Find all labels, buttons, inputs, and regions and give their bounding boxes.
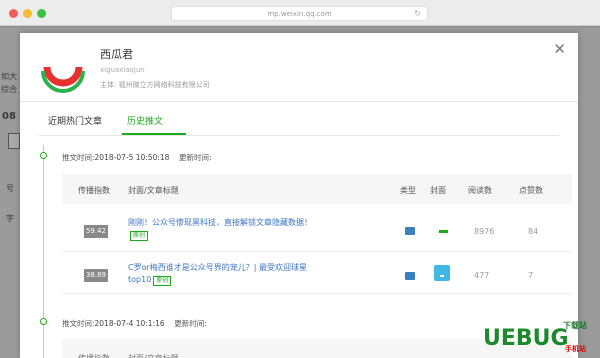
account-name: 西瓜君 [100, 48, 133, 61]
column-header-title: 封面/文章标题 [128, 186, 179, 195]
cover-mark [440, 275, 444, 277]
background-box [8, 133, 20, 149]
timeline-dot [40, 152, 47, 159]
column-header-reads: 阅读数 [468, 186, 492, 195]
original-badge: 原创 [130, 231, 149, 241]
table-row: 59.42 刚刚！公众号惨现黑科技，直接解锁文章隐藏数据！ 原创 8976 84 [62, 212, 572, 252]
account-logo [39, 49, 86, 96]
article-title-link[interactable]: C罗or梅西谁才是公众号界的宠儿？| 最受欢迎球星top10 原创 [128, 262, 318, 286]
watermelon-logo-icon [41, 66, 85, 93]
image-type-icon [405, 227, 415, 235]
table-header: 传播指数 封面/文章标题 类型 封面 阅读数 点赞数 [62, 174, 572, 204]
push-time-value: 2018-07-4 10:1:16 [94, 319, 165, 328]
watermark-top: 下载站 [563, 321, 587, 330]
maximize-window-icon[interactable] [37, 9, 46, 18]
watermark-sub: 手机站 [565, 345, 586, 353]
reload-icon[interactable]: ↻ [414, 7, 421, 21]
read-count: 8976 [474, 227, 495, 236]
update-time-label: 更新时间: [178, 153, 212, 162]
score-badge: 38.89 [84, 269, 108, 282]
article-title: 刚刚！公众号惨现黑科技，直接解锁文章隐藏数据！ [128, 218, 312, 227]
tab-bar: 近期热门文章 历史推文 [39, 106, 559, 136]
account-header: 西瓜君 xiguaxiaojun 主体: 福州微立方网络科技有限公司 ✕ [20, 33, 578, 102]
column-header-cover: 封面 [430, 186, 446, 195]
account-subject: 主体: 福州微立方网络科技有限公司 [100, 81, 210, 89]
timeline-line [43, 145, 44, 358]
browser-toolbar: mp.weixin.qq.com ↻ [0, 0, 600, 26]
tab-history-posts[interactable]: 历史推文 [127, 114, 163, 127]
update-time-label: 更新时间: [174, 319, 207, 328]
column-header-score: 传播指数 [78, 353, 110, 358]
cover-thumbnail[interactable] [434, 265, 450, 281]
watermark-brand: UEBUG [483, 326, 569, 351]
active-tab-underline [122, 133, 186, 135]
table-row: 38.89 C罗or梅西谁才是公众号界的宠儿？| 最受欢迎球星top10 原创 4… [62, 254, 572, 294]
account-id: xiguaxiaojun [100, 66, 145, 74]
timeline-dot [40, 318, 47, 325]
close-window-icon[interactable] [9, 9, 18, 18]
address-url: mp.weixin.qq.com [267, 10, 332, 18]
push-time-label: 推文时间: [62, 153, 95, 162]
background-text: 08 [2, 111, 16, 122]
background-text: 号 [6, 184, 14, 193]
push-time-value: 2018-07-5 10:50:18 [94, 153, 170, 162]
account-detail-dialog: 西瓜君 xiguaxiaojun 主体: 福州微立方网络科技有限公司 ✕ 近期热… [20, 33, 578, 358]
column-header-title: 封面/文章标题 [128, 353, 179, 358]
background-text: 如大 [1, 72, 17, 81]
read-count: 477 [474, 271, 490, 280]
image-type-icon [405, 272, 415, 280]
article-title-link[interactable]: 刚刚！公众号惨现黑科技，直接解锁文章隐藏数据！ 原创 [128, 217, 318, 241]
close-icon[interactable]: ✕ [553, 42, 566, 57]
column-header-score: 传播指数 [78, 186, 110, 195]
push-time-label: 推文时间: [62, 319, 95, 328]
column-header-type: 类型 [400, 186, 416, 195]
cover-thumbnail[interactable] [439, 230, 448, 233]
push-time-row: 推文时间:2018-07-5 10:50:18 更新时间: [62, 152, 212, 163]
address-bar[interactable]: mp.weixin.qq.com ↻ [171, 6, 428, 21]
site-watermark: UEBUG 下载站 手机站 [483, 318, 600, 358]
minimize-window-icon[interactable] [23, 9, 32, 18]
tab-hot-articles[interactable]: 近期热门文章 [48, 114, 102, 127]
background-text: 字 [6, 214, 14, 223]
push-time-row: 推文时间:2018-07-4 10:1:16 更新时间: [62, 318, 207, 329]
like-count: 84 [528, 227, 539, 236]
original-badge: 原创 [153, 276, 172, 286]
score-badge: 59.42 [84, 225, 108, 238]
background-text: 综合 [1, 85, 17, 94]
column-header-likes: 点赞数 [519, 186, 543, 195]
like-count: 7 [528, 271, 534, 280]
